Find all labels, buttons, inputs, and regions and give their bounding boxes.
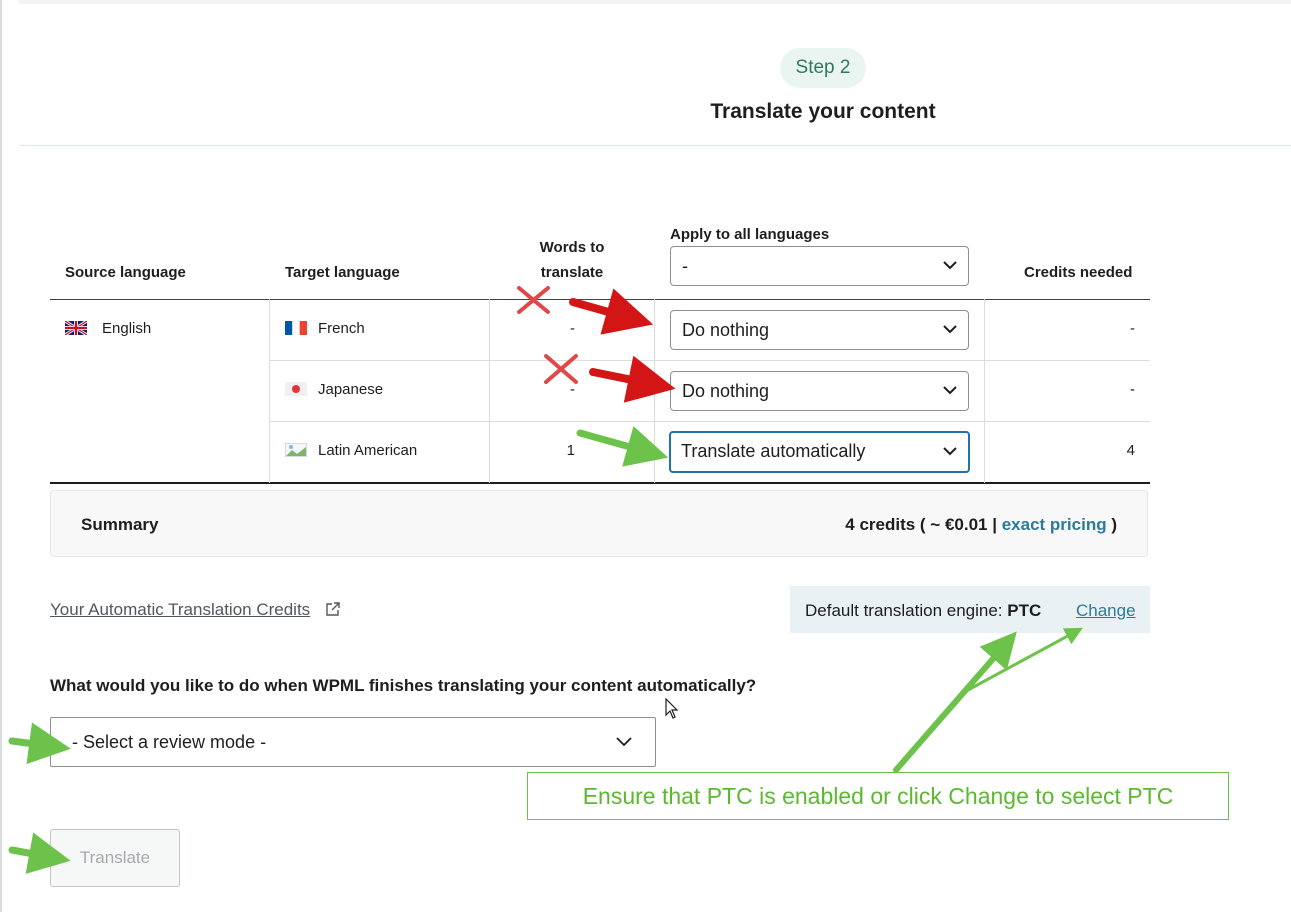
automatic-translation-credits-link[interactable]: Your Automatic Translation Credits: [50, 600, 310, 620]
table-header-divider: [50, 299, 1150, 300]
header-words-to-translate: Words to translate: [520, 235, 624, 285]
page-left-border: [0, 0, 2, 912]
engine-label-line: Default translation engine: PTC: [805, 601, 1041, 621]
red-arrow-icon: [569, 288, 654, 335]
header-apply-all: Apply to all languages: [670, 226, 830, 243]
chevron-down-icon: [943, 325, 957, 334]
action-select-latin-american-value: Translate automatically: [681, 441, 866, 461]
chevron-down-icon: [943, 261, 957, 270]
review-question: What would you like to do when WPML fini…: [50, 676, 757, 695]
credits-japanese: -: [1130, 381, 1135, 398]
japan-flag-icon: [285, 382, 307, 396]
apply-all-select[interactable]: -: [670, 246, 969, 286]
table-bottom-border: [50, 482, 1150, 484]
translation-engine-box: Default translation engine: PTC Change: [790, 586, 1150, 633]
chevron-down-icon: [616, 737, 632, 747]
green-arrow-icon: [966, 627, 1083, 692]
change-engine-link[interactable]: Change: [1076, 601, 1136, 621]
action-select-japanese[interactable]: Do nothing: [670, 371, 969, 411]
target-language-japanese: Japanese: [318, 381, 384, 398]
target-language-french: French: [318, 320, 365, 337]
chevron-down-icon: [943, 447, 957, 456]
annotation-callout: Ensure that PTC is enabled or click Chan…: [527, 772, 1229, 820]
summary-label: Summary: [81, 515, 159, 534]
engine-name: PTC: [1007, 601, 1042, 620]
translate-button[interactable]: Translate: [50, 829, 180, 887]
uk-flag-icon: [65, 321, 87, 335]
header-credits-needed: Credits needed: [1024, 264, 1133, 281]
latin-america-flag-icon: [285, 443, 307, 457]
engine-label: Default translation engine:: [805, 601, 1003, 620]
green-arrow-icon: [8, 722, 71, 765]
red-arrow-icon: [589, 355, 676, 403]
exact-pricing-link[interactable]: exact pricing: [1002, 515, 1107, 534]
review-mode-select[interactable]: - Select a review mode -: [50, 717, 656, 767]
column-divider: [654, 299, 655, 483]
header-source-language: Source language: [65, 264, 186, 281]
summary-close-paren: ): [1111, 515, 1117, 534]
row-divider: [270, 360, 1150, 361]
credits-latin-american: 4: [1126, 442, 1135, 459]
france-flag-icon: [285, 321, 307, 335]
row-divider: [270, 421, 1150, 422]
action-select-japanese-value: Do nothing: [682, 381, 770, 401]
credits-french: -: [1130, 320, 1135, 337]
green-arrow-icon: [8, 832, 71, 874]
step-divider: [20, 145, 1291, 146]
column-divider: [489, 299, 490, 483]
green-arrow-icon: [893, 631, 1017, 773]
action-select-latin-american[interactable]: Translate automatically: [669, 431, 970, 473]
apply-all-select-value: -: [682, 256, 688, 276]
step-title: Translate your content: [710, 100, 936, 123]
source-language-name: English: [102, 320, 152, 337]
column-divider: [984, 299, 985, 483]
step-badge: Step 2: [780, 48, 866, 88]
header-target-language: Target language: [285, 264, 400, 281]
column-divider: [269, 299, 270, 483]
words-latin-american: 1: [566, 442, 575, 459]
action-select-french[interactable]: Do nothing: [670, 310, 969, 350]
red-cross-icon: [517, 286, 550, 314]
target-language-latin-american: Latin American: [318, 442, 418, 459]
green-arrow-icon: [576, 426, 669, 467]
header-words-line1: Words to: [539, 239, 605, 256]
review-mode-placeholder: - Select a review mode -: [72, 732, 267, 752]
chevron-down-icon: [943, 386, 957, 395]
action-select-french-value: Do nothing: [682, 320, 770, 340]
words-french: -: [570, 320, 575, 337]
summary-value: 4 credits ( ~ €0.01 | exact pricing ): [845, 515, 1117, 535]
cursor-icon: [665, 698, 679, 719]
summary-credits-text: 4 credits ( ~ €0.01 |: [845, 515, 997, 534]
summary-box: Summary 4 credits ( ~ €0.01 | exact pric…: [50, 490, 1148, 557]
header-words-line2: translate: [540, 264, 604, 281]
external-link-icon[interactable]: [325, 601, 341, 617]
top-bar: [18, 0, 1291, 4]
words-japanese: -: [570, 381, 575, 398]
